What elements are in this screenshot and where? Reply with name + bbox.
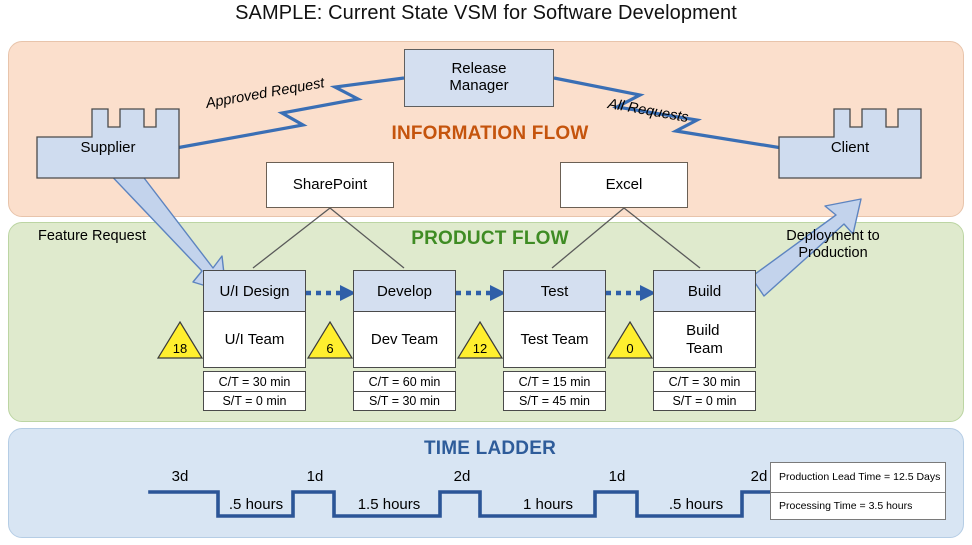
process-metrics-develop: C/T = 60 min S/T = 30 min: [353, 371, 456, 411]
release-manager-line-1: Release: [451, 60, 507, 78]
client-factory[interactable]: Client: [778, 107, 922, 179]
client-label: Client: [830, 139, 870, 156]
release-manager-line-2: Manager: [449, 77, 509, 94]
process-team: Build Team: [653, 312, 756, 368]
process-box-ui-design[interactable]: U/I Design U/I Team: [203, 270, 306, 368]
supplier-factory[interactable]: Supplier: [36, 107, 180, 179]
wait-time-3: 2d: [453, 468, 471, 485]
process-name: Test: [503, 270, 606, 312]
summary-box: Production Lead Time = 12.5 Days Process…: [770, 462, 946, 520]
inventory-triangle-1: 18: [158, 318, 202, 358]
process-team-line-1: Build: [686, 322, 720, 340]
production-lead-time: Production Lead Time = 12.5 Days: [779, 471, 941, 484]
process-time-2: 1.5 hours: [357, 496, 421, 513]
process-metrics-build: C/T = 30 min S/T = 0 min: [653, 371, 756, 411]
sharepoint-box[interactable]: SharePoint: [266, 162, 394, 208]
process-metrics-ui-design: C/T = 30 min S/T = 0 min: [203, 371, 306, 411]
process-team: U/I Team: [203, 312, 306, 368]
process-time-3: 1 hours: [522, 496, 574, 513]
wait-time-1: 3d: [171, 468, 189, 485]
process-box-build[interactable]: Build Build Team: [653, 270, 756, 368]
process-team: Dev Team: [353, 312, 456, 368]
processing-time: Processing Time = 3.5 hours: [771, 491, 945, 521]
process-name: Develop: [353, 270, 456, 312]
process-box-develop[interactable]: Develop Dev Team: [353, 270, 456, 368]
inventory-value: 18: [172, 341, 188, 356]
inventory-value: 6: [326, 341, 334, 356]
cycle-time: C/T = 30 min: [668, 374, 741, 389]
wait-time-2: 1d: [306, 468, 324, 485]
page-title: SAMPLE: Current State VSM for Software D…: [235, 2, 737, 24]
cycle-time: C/T = 30 min: [218, 374, 291, 389]
process-metrics-test: C/T = 15 min S/T = 45 min: [503, 371, 606, 411]
information-flow-label: INFORMATION FLOW: [391, 123, 589, 144]
wait-time-4: 1d: [608, 468, 626, 485]
inventory-triangle-2: 6: [308, 318, 352, 358]
process-team: Test Team: [503, 312, 606, 368]
process-team-line-2: Team: [686, 339, 723, 357]
product-flow-label: PRODUCT FLOW: [411, 228, 569, 249]
release-manager-box[interactable]: Release Manager: [404, 49, 554, 107]
feature-request-label: Feature Request: [38, 228, 147, 244]
inventory-triangle-3: 12: [458, 318, 502, 358]
setup-time: S/T = 45 min: [504, 391, 605, 410]
setup-time: S/T = 0 min: [654, 391, 755, 410]
process-box-test[interactable]: Test Test Team: [503, 270, 606, 368]
inventory-value: 0: [626, 341, 634, 356]
deployment-to-production-label: Deployment to Production: [768, 228, 898, 263]
inventory-value: 12: [472, 341, 488, 356]
cycle-time: C/T = 15 min: [518, 374, 591, 389]
process-name: Build: [653, 270, 756, 312]
cycle-time: C/T = 60 min: [368, 374, 441, 389]
inventory-triangle-4: 0: [608, 318, 652, 358]
process-time-1: .5 hours: [228, 496, 284, 513]
supplier-label: Supplier: [80, 139, 136, 156]
deployment-line-2: Production: [798, 245, 868, 262]
time-ladder-label: TIME LADDER: [423, 438, 557, 459]
process-name: U/I Design: [203, 270, 306, 312]
deployment-line-1: Deployment to: [786, 228, 880, 244]
process-time-4: .5 hours: [668, 496, 724, 513]
setup-time: S/T = 0 min: [204, 391, 305, 410]
setup-time: S/T = 30 min: [354, 391, 455, 410]
excel-box[interactable]: Excel: [560, 162, 688, 208]
